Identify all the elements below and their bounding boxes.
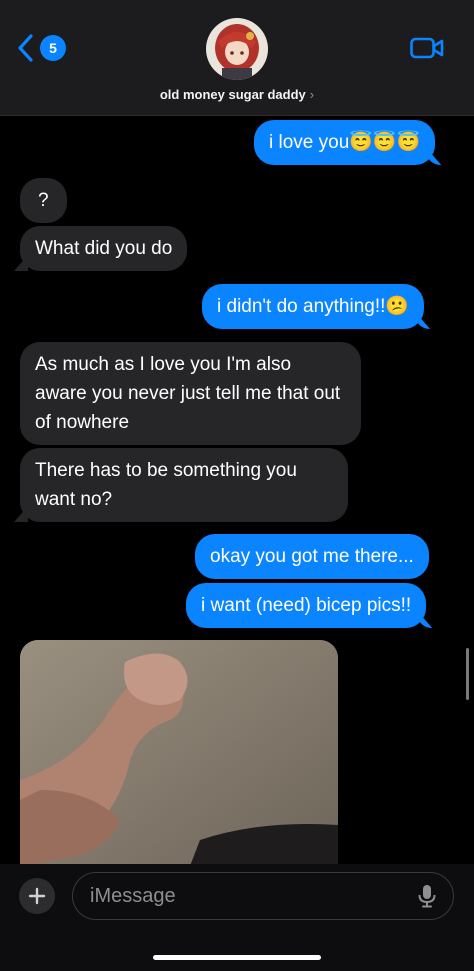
- plus-icon: [28, 887, 46, 905]
- unread-count-badge: 5: [40, 35, 66, 61]
- avatar-illustration: [206, 18, 268, 80]
- message-outgoing[interactable]: i love you😇😇😇: [254, 120, 436, 165]
- message-input[interactable]: [88, 883, 417, 909]
- scrollbar[interactable]: [466, 648, 469, 700]
- message-incoming[interactable]: What did you do: [20, 226, 188, 271]
- message-incoming[interactable]: There has to be something you want no?: [20, 448, 348, 522]
- message-field[interactable]: [72, 872, 454, 920]
- contact-name: old money sugar daddy: [159, 87, 306, 102]
- chevron-left-icon: [18, 34, 33, 62]
- video-camera-icon[interactable]: [410, 36, 444, 60]
- message-outgoing[interactable]: okay you got me there...: [195, 534, 429, 579]
- photo-attachment[interactable]: [20, 640, 338, 866]
- back-button[interactable]: 5: [16, 32, 66, 64]
- chevron-right-icon: ›: [309, 87, 315, 102]
- add-attachment-button[interactable]: [19, 878, 55, 914]
- contact-name-row[interactable]: old money sugar daddy ›: [0, 87, 474, 102]
- message-incoming[interactable]: As much as I love you I'm also aware you…: [20, 342, 361, 445]
- message-incoming[interactable]: ?: [20, 178, 67, 223]
- message-outgoing[interactable]: i want (need) bicep pics!!: [186, 583, 427, 628]
- contact-avatar[interactable]: [206, 18, 268, 80]
- conversation-header: 5 old money sugar daddy ›: [0, 0, 474, 116]
- home-indicator[interactable]: [153, 955, 321, 960]
- message-outgoing[interactable]: i didn't do anything!!😕: [202, 284, 425, 329]
- photo-image: [20, 640, 338, 866]
- microphone-icon[interactable]: [417, 884, 437, 908]
